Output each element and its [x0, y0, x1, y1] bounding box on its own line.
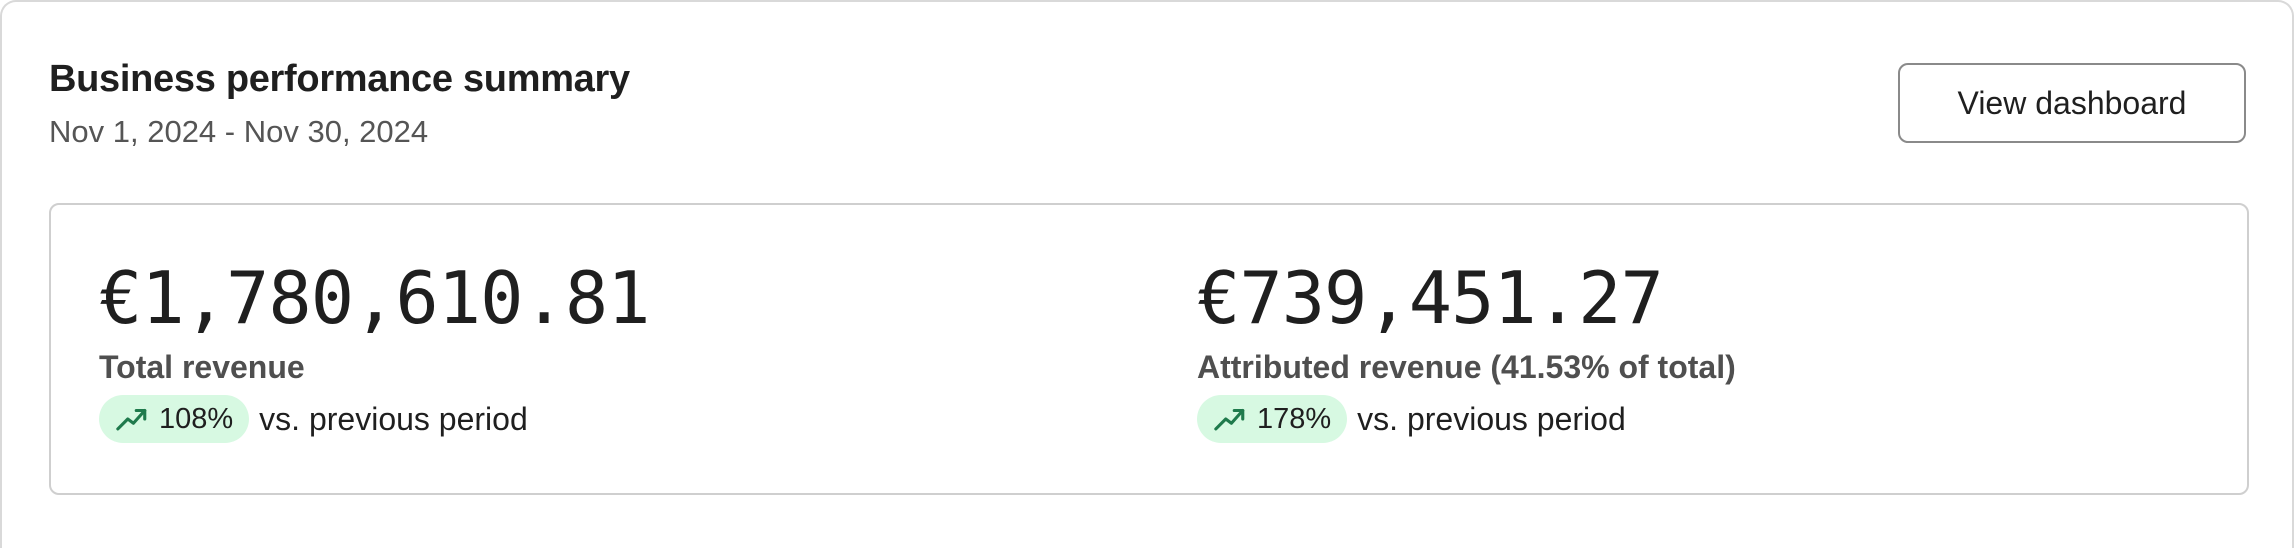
change-badge: 108%	[99, 395, 250, 443]
page-title: Business performance summary	[49, 58, 630, 100]
card-header: Business performance summary Nov 1, 2024…	[49, 54, 630, 152]
metric-label: Total revenue	[99, 349, 305, 385]
change-comparison: vs. previous period	[259, 400, 528, 437]
metric-label: Attributed revenue (41.53% of total)	[1197, 349, 1736, 385]
change-row: 108% vs. previous period	[99, 395, 650, 443]
metric-attributed-revenue: €739,451.27 Attributed revenue (41.53% o…	[1197, 255, 1736, 443]
change-row: 178% vs. previous period	[1197, 395, 1736, 443]
metric-total-revenue: €1,780,610.81 Total revenue 108% vs. pre…	[99, 255, 651, 443]
view-dashboard-button[interactable]: View dashboard	[1898, 63, 2246, 143]
change-percent: 178%	[1257, 402, 1332, 435]
metric-value: €1,780,610.81	[99, 256, 651, 340]
metrics-panel: €1,780,610.81 Total revenue 108% vs. pre…	[49, 203, 2249, 495]
change-percent: 108%	[159, 402, 234, 435]
metric-value: €739,451.27	[1197, 256, 1664, 340]
change-comparison: vs. previous period	[1357, 400, 1626, 437]
change-badge: 178%	[1197, 395, 1348, 443]
trending-up-icon	[116, 408, 147, 431]
trending-up-icon	[1214, 408, 1245, 431]
performance-summary-card: Business performance summary Nov 1, 2024…	[0, 0, 2294, 548]
date-range: Nov 1, 2024 - Nov 30, 2024	[49, 114, 429, 149]
